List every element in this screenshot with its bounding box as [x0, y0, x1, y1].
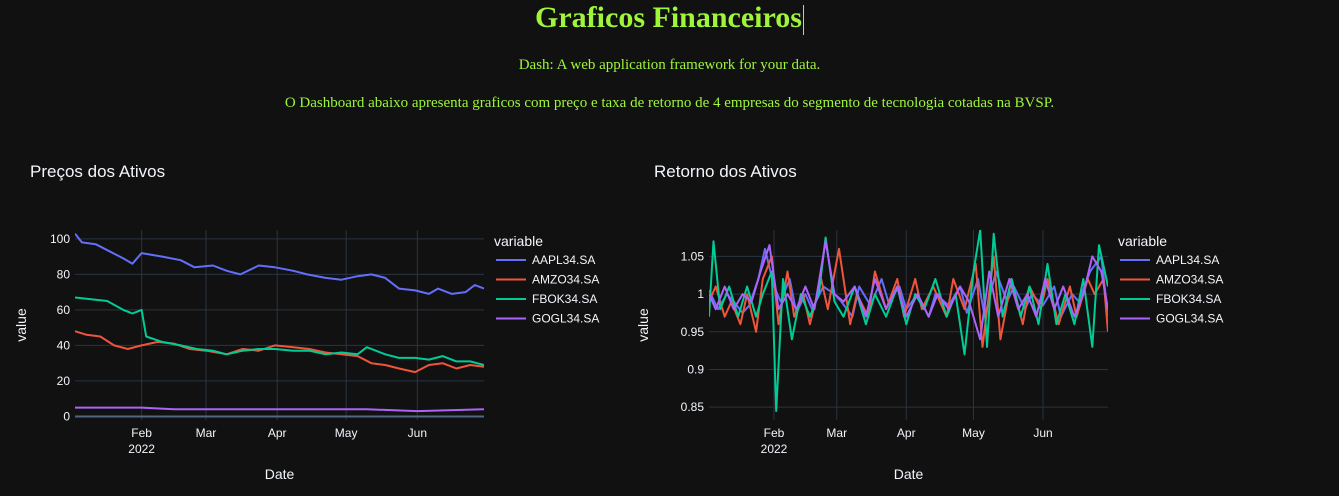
- y-tick-label: 0.85: [681, 400, 705, 414]
- x-tick-label: May: [335, 426, 358, 440]
- legend-item-label[interactable]: GOGL34.SA: [1156, 312, 1223, 326]
- series-line-fbok34-sa[interactable]: [75, 296, 484, 366]
- legend-title: variable: [494, 233, 543, 249]
- legend-item-label[interactable]: AMZO34.SA: [1156, 273, 1223, 287]
- legend-item-label[interactable]: FBOK34.SA: [1156, 292, 1221, 306]
- x-tick-label: Feb: [131, 426, 152, 440]
- x-tick-label: Mar: [196, 426, 217, 440]
- returns-chart[interactable]: Retorno dos Ativos Feb 2022 Mar Apr May Jun 0.8…: [624, 150, 1339, 496]
- page-title-text: Graficos Financeiros: [535, 1, 802, 34]
- legend-item-label[interactable]: AMZO34.SA: [532, 273, 599, 287]
- x-tick-label: Jun: [408, 426, 427, 440]
- x-tick-label: Apr: [268, 426, 287, 440]
- y-tick-label: 20: [57, 374, 71, 388]
- x-tick-label: Mar: [826, 426, 847, 440]
- legend-title: variable: [1118, 233, 1167, 249]
- y-tick-label: 80: [57, 267, 71, 281]
- y-tick-label: 40: [57, 338, 71, 352]
- x-tick-label: May: [962, 426, 985, 440]
- y-tick-label: 1.05: [681, 249, 705, 263]
- legend-item-label[interactable]: AAPL34.SA: [1156, 253, 1219, 267]
- y-tick-label: 0: [63, 409, 70, 423]
- text-cursor: [802, 5, 804, 36]
- x-tick-year-label: 2022: [128, 442, 155, 456]
- page-description: O Dashboard abaixo apresenta graficos co…: [284, 95, 1055, 111]
- y-tick-label: 100: [50, 232, 70, 246]
- series-line-amzo34-sa[interactable]: [75, 330, 484, 374]
- page-title: Graficos Financeiros: [0, 0, 1339, 36]
- y-tick-label: 0.9: [687, 362, 704, 376]
- x-tick-label: Jun: [1033, 426, 1052, 440]
- y-axis-title: value: [635, 308, 651, 342]
- chart-title: Retorno dos Ativos: [654, 162, 797, 181]
- chart-title: Preços dos Ativos: [30, 162, 165, 181]
- y-tick-label: 60: [57, 303, 71, 317]
- series-line-gogl34-sa[interactable]: [75, 406, 484, 413]
- y-axis-title: value: [13, 308, 29, 342]
- series-line-fbok34-sa[interactable]: [709, 230, 1108, 412]
- x-tick-label: Apr: [897, 426, 916, 440]
- y-tick-label: 0.95: [681, 325, 705, 339]
- legend-item-label[interactable]: AAPL34.SA: [532, 253, 595, 267]
- page-subtitle: Dash: A web application framework for yo…: [518, 57, 821, 73]
- x-tick-label: Feb: [764, 426, 785, 440]
- legend-item-label[interactable]: FBOK34.SA: [532, 292, 597, 306]
- x-axis-title: Date: [265, 466, 295, 482]
- legend-item-label[interactable]: GOGL34.SA: [532, 312, 599, 326]
- y-tick-label: 1: [697, 287, 704, 301]
- x-tick-year-label: 2022: [761, 442, 788, 456]
- prices-chart[interactable]: Preços dos Ativos Feb 2022 Mar Apr May Jun 0 20 4…: [0, 150, 624, 496]
- x-axis-title: Date: [894, 466, 924, 482]
- series-line-aapl34-sa[interactable]: [75, 232, 484, 295]
